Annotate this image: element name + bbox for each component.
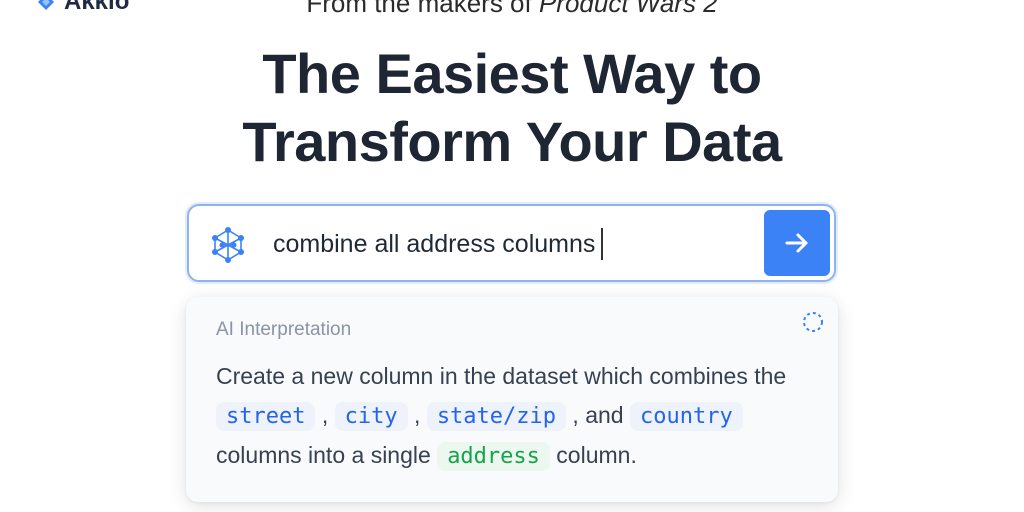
- ai-interpretation-text: Create a new column in the dataset which…: [216, 357, 816, 476]
- ai-interpretation-card: AI Interpretation Create a new column in…: [186, 297, 838, 502]
- tagline-product: Product Wars 2: [538, 0, 718, 18]
- ai-text-separator: ,: [407, 402, 427, 428]
- tagline: From the makers of Product Wars 2: [0, 0, 1024, 19]
- ai-text-part: column.: [549, 442, 637, 468]
- ai-text-separator: ,: [315, 402, 335, 428]
- ai-text-separator: , and: [566, 402, 630, 428]
- ai-text-part: Create a new column in the dataset which…: [216, 363, 787, 389]
- text-caret: [601, 228, 604, 260]
- submit-button[interactable]: [764, 210, 830, 276]
- spinner-icon: [803, 312, 823, 332]
- neural-network-icon: [212, 227, 244, 263]
- new-column-chip-address: address: [437, 442, 550, 471]
- column-chip-city: city: [334, 402, 408, 431]
- arrow-right-icon: [785, 233, 808, 253]
- headline-line-1: The Easiest Way to: [262, 42, 762, 105]
- search-bar: combine all address columns: [187, 204, 836, 282]
- tagline-prefix: From the makers of: [306, 0, 539, 18]
- column-chip-state-zip: state/zip: [426, 402, 567, 431]
- column-chip-street: street: [216, 402, 316, 431]
- ai-text-part: columns into a single: [216, 442, 438, 468]
- ai-interpretation-label: AI Interpretation: [216, 319, 352, 340]
- column-chip-country: country: [629, 402, 743, 431]
- headline-line-2: Transform Your Data: [242, 110, 782, 173]
- page-headline: The Easiest Way to Transform Your Data: [0, 40, 1024, 176]
- search-input[interactable]: combine all address columns: [273, 228, 604, 260]
- search-input-value: combine all address columns: [273, 229, 596, 258]
